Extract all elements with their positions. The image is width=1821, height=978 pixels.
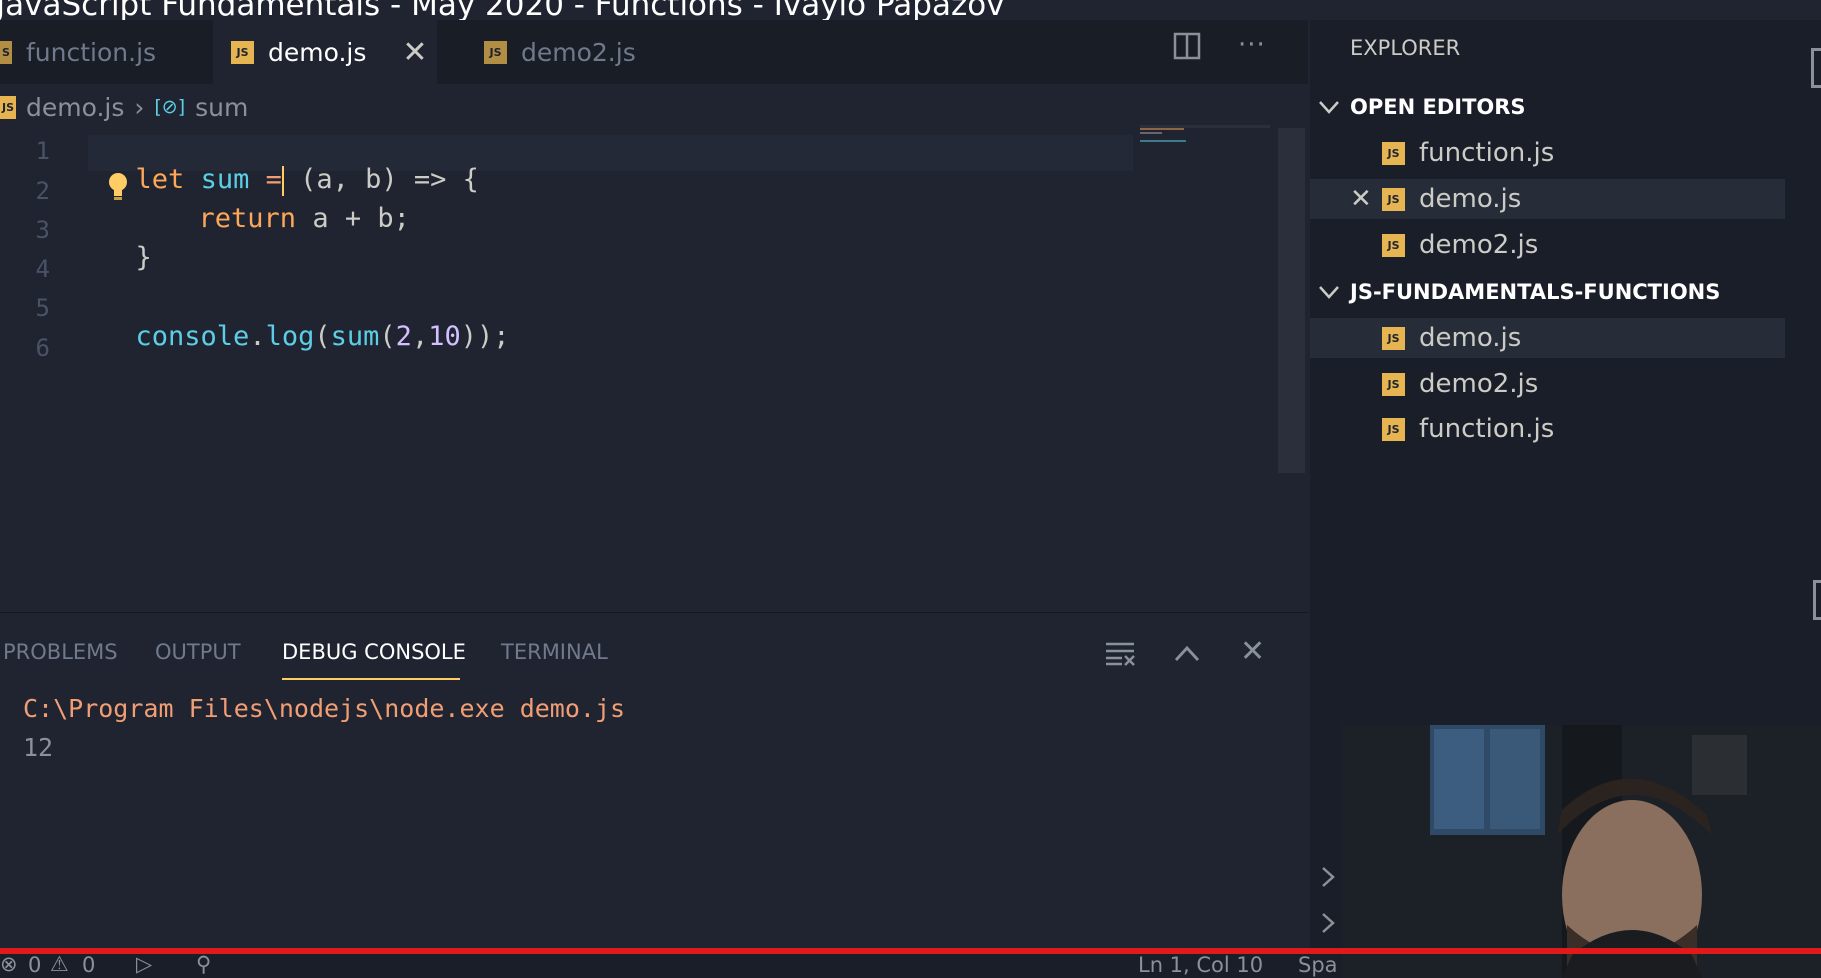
code-token: a + b;	[296, 203, 410, 234]
open-editor-demo-js[interactable]: ✕ JS demo.js	[1310, 179, 1785, 219]
active-tab-indicator	[282, 678, 460, 680]
code-token: return	[198, 203, 297, 234]
open-editors-section[interactable]: OPEN EDITORS	[1318, 95, 1526, 119]
chevron-right-icon[interactable]	[1320, 911, 1336, 935]
live-share-icon[interactable]: ⚲	[196, 952, 211, 976]
indentation-setting[interactable]: Spa	[1298, 953, 1338, 977]
js-file-icon: JS	[1382, 187, 1405, 211]
chevron-right-icon: ›	[134, 92, 145, 122]
error-count[interactable]: 0	[28, 953, 41, 977]
js-file-icon: JS	[1382, 326, 1405, 350]
code-line-5[interactable]: console.log(sum(2,10));	[103, 290, 510, 352]
editor-tab-bar: S function.js JS demo.js ✕ JS demo2.js ·…	[0, 20, 1308, 84]
open-editor-function-js[interactable]: JS function.js	[1310, 133, 1785, 173]
js-file-icon: JS	[1382, 233, 1405, 257]
tab-demo2-js[interactable]: JS demo2.js	[460, 20, 700, 84]
console-command: C:\Program Files\nodejs\node.exe demo.js	[23, 694, 626, 723]
warning-icon[interactable]: ⚠	[50, 952, 69, 976]
breadcrumb-file[interactable]: demo.js	[26, 93, 124, 122]
editor-scrollbar[interactable]	[1278, 128, 1305, 473]
code-token: log	[265, 321, 315, 352]
close-editor-icon[interactable]: ✕	[1350, 184, 1372, 214]
js-file-icon: JS	[231, 40, 254, 64]
js-file-icon: S	[0, 40, 12, 64]
tab-terminal[interactable]: TERMINAL	[501, 640, 608, 664]
line-number: 6	[35, 334, 50, 362]
file-label: function.js	[1419, 138, 1555, 168]
file-label: demo2.js	[1419, 369, 1539, 399]
file-function-js[interactable]: JS function.js	[1310, 409, 1785, 449]
presenter-video	[1342, 725, 1821, 978]
error-icon[interactable]: ⊗	[0, 952, 18, 976]
tab-label: demo.js	[268, 37, 367, 67]
chevron-right-icon[interactable]	[1320, 865, 1336, 889]
code-token: ,	[411, 321, 429, 352]
js-file-icon: JS	[1382, 141, 1405, 165]
js-file-icon: JS	[0, 95, 16, 119]
close-panel-icon[interactable]: ✕	[1240, 634, 1265, 669]
maximize-panel-icon[interactable]	[1174, 644, 1200, 662]
webcam-overlay	[1342, 725, 1821, 978]
tab-demo-js[interactable]: JS demo.js ✕	[213, 20, 437, 84]
tab-problems[interactable]: PROBLEMS	[3, 640, 118, 664]
run-debug-icon[interactable]: ▷	[136, 952, 152, 976]
code-token: 2	[395, 321, 412, 352]
code-line-3[interactable]: }	[103, 211, 152, 273]
file-label: function.js	[1419, 414, 1555, 444]
breadcrumb: JS demo.js › [⊘] sum	[0, 92, 248, 122]
minimap[interactable]	[1140, 125, 1270, 155]
code-token: console	[135, 321, 250, 352]
code-token: (	[314, 321, 331, 352]
tab-debug-console[interactable]: DEBUG CONSOLE	[282, 640, 466, 664]
line-number: 5	[35, 294, 50, 322]
line-number: 2	[35, 177, 50, 205]
file-demo2-js[interactable]: JS demo2.js	[1310, 364, 1785, 404]
tab-label: function.js	[26, 37, 157, 67]
section-label: JS-FUNDAMENTALS-FUNCTIONS	[1350, 280, 1721, 304]
folder-section[interactable]: JS-FUNDAMENTALS-FUNCTIONS	[1318, 280, 1720, 304]
console-output: 12	[23, 733, 54, 762]
chevron-down-icon	[1319, 101, 1339, 114]
tab-function-js[interactable]: S function.js	[0, 20, 205, 84]
js-file-icon: JS	[1382, 372, 1405, 396]
status-bar: ⊗ 0 ⚠ 0 ▷ ⚲ Ln 1, Col 10 Spa	[0, 952, 1342, 978]
code-token: sum	[330, 321, 380, 352]
chevron-down-icon	[1319, 286, 1339, 299]
clear-console-icon[interactable]	[1104, 640, 1136, 666]
explorer-title: EXPLORER	[1350, 36, 1461, 60]
files-icon[interactable]	[1811, 48, 1821, 88]
section-label: OPEN EDITORS	[1350, 95, 1526, 119]
more-actions-icon[interactable]: ···	[1238, 30, 1266, 60]
code-line-2[interactable]: return a + b;	[166, 172, 410, 234]
code-token: }	[135, 242, 152, 273]
line-number: 3	[35, 216, 50, 244]
cursor-position[interactable]: Ln 1, Col 10	[1138, 953, 1263, 977]
lightbulb-icon[interactable]	[107, 172, 129, 206]
warning-count[interactable]: 0	[82, 953, 95, 977]
breadcrumb-symbol[interactable]: sum	[195, 93, 248, 122]
extensions-icon[interactable]	[1813, 580, 1821, 620]
code-token: 10	[428, 321, 461, 352]
file-demo-js[interactable]: JS demo.js	[1310, 318, 1785, 358]
tab-label: demo2.js	[521, 37, 636, 67]
split-editor-icon[interactable]	[1173, 32, 1201, 60]
line-number: 1	[35, 137, 50, 165]
symbol-variable-icon: [⊘]	[154, 96, 186, 118]
code-token: (	[379, 321, 396, 352]
js-file-icon: JS	[1382, 417, 1405, 441]
line-number: 4	[35, 255, 50, 283]
tab-output[interactable]: OUTPUT	[155, 640, 241, 664]
close-tab-icon[interactable]: ✕	[402, 35, 427, 70]
js-file-icon: JS	[484, 40, 507, 64]
code-token: .	[249, 321, 266, 352]
file-label: demo.js	[1419, 323, 1522, 353]
file-label: demo.js	[1419, 184, 1522, 214]
code-token: ));	[460, 321, 510, 352]
file-label: demo2.js	[1419, 230, 1539, 260]
open-editor-demo2-js[interactable]: JS demo2.js	[1310, 225, 1785, 265]
